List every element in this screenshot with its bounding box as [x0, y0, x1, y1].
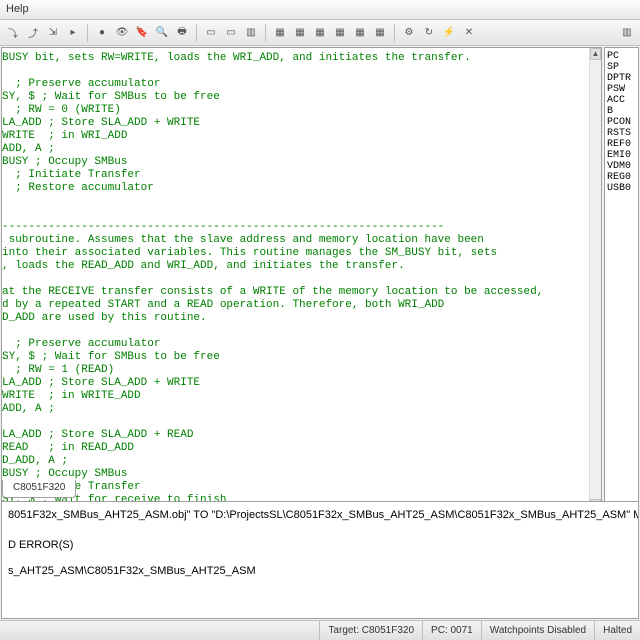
output-line: D ERROR(S) — [8, 536, 632, 554]
toolbar-sep — [87, 24, 88, 42]
register-entry[interactable]: DPTR — [607, 73, 636, 84]
watch-icon[interactable]: 👁 — [113, 24, 131, 42]
code-line: at the RECEIVE transfer consists of a WR… — [2, 286, 589, 299]
output-line: 8051F32x_SMBus_AHT25_ASM.obj" TO "D:\Pro… — [8, 506, 632, 524]
code-line — [2, 273, 589, 286]
menu-bar: Help — [0, 0, 640, 20]
editor-tabs: C8051F320 — [2, 480, 76, 498]
output-panel[interactable]: 8051F32x_SMBus_AHT25_ASM.obj" TO "D:\Pro… — [1, 501, 639, 619]
register-entry[interactable]: PSW — [607, 84, 636, 95]
register-entry[interactable]: PCON — [607, 117, 636, 128]
code-line: ; Preserve accumulator — [2, 78, 589, 91]
view2-icon[interactable]: ▦ — [291, 24, 309, 42]
code-line: SY, $ ; Wait for SMBus to be free — [2, 91, 589, 104]
code-line: ----------------------------------------… — [2, 221, 589, 234]
view3-icon[interactable]: ▦ — [311, 24, 329, 42]
tool1-icon[interactable]: ⚙ — [400, 24, 418, 42]
toolbar-sep — [394, 24, 395, 42]
code-line: LA_ADD ; Store SLA_ADD + WRITE — [2, 117, 589, 130]
code-line: ; RW = 0 (WRITE) — [2, 104, 589, 117]
code-line — [2, 65, 589, 78]
code-line — [2, 195, 589, 208]
code-line: READ ; in READ_ADD — [2, 442, 589, 455]
window3-icon[interactable]: ▥ — [242, 24, 260, 42]
status-target: Target: C8051F320 — [319, 621, 422, 640]
toolbar-sep — [196, 24, 197, 42]
register-entry[interactable]: REF0 — [607, 139, 636, 150]
code-line: ADD, A ; — [2, 143, 589, 156]
code-line: ; Restore accumulator — [2, 182, 589, 195]
step-out-icon[interactable]: ⇲ — [44, 24, 62, 42]
code-line: , loads the READ_ADD and WRI_ADD, and in… — [2, 260, 589, 273]
code-line: BUSY ; Occupy SMBus — [2, 468, 589, 481]
code-line: SY, $ ; Wait for SMBus to be free — [2, 351, 589, 364]
status-watchpoints: Watchpoints Disabled — [481, 621, 594, 640]
code-line: subroutine. Assumes that the slave addre… — [2, 234, 589, 247]
register-entry[interactable]: VDM0 — [607, 161, 636, 172]
code-line: BUSY bit, sets RW=WRITE, loads the WRI_A… — [2, 52, 589, 65]
code-line: into their associated variables. This ro… — [2, 247, 589, 260]
register-entry[interactable]: ACC — [607, 95, 636, 106]
panel-toggle-icon[interactable]: ▥ — [618, 24, 636, 42]
tool3-icon[interactable]: ⚡ — [440, 24, 458, 42]
register-entry[interactable]: B — [607, 106, 636, 117]
code-editor[interactable]: BUSY bit, sets RW=WRITE, loads the WRI_A… — [2, 48, 589, 523]
find-icon[interactable]: 🔍 — [153, 24, 171, 42]
code-line: LA_ADD ; Store SLA_ADD + WRITE — [2, 377, 589, 390]
view1-icon[interactable]: ▦ — [271, 24, 289, 42]
code-line: D_ADD, A ; — [2, 455, 589, 468]
view5-icon[interactable]: ▦ — [351, 24, 369, 42]
vertical-scrollbar[interactable]: ▲ ▼ — [589, 48, 601, 511]
toolbar-sep — [265, 24, 266, 42]
code-line: ; RW = 1 (READ) — [2, 364, 589, 377]
code-line: ; Initiate Transfer — [2, 481, 589, 494]
window2-icon[interactable]: ▭ — [222, 24, 240, 42]
code-line: WRITE ; in WRITE_ADD — [2, 390, 589, 403]
breakpoint-icon[interactable]: ● — [93, 24, 111, 42]
status-bar: Target: C8051F320 PC: 0071 Watchpoints D… — [0, 620, 640, 640]
print-icon[interactable]: 🖶 — [173, 24, 191, 42]
register-entry[interactable]: EMI0 — [607, 150, 636, 161]
register-entry[interactable]: PC — [607, 51, 636, 62]
run-to-cursor-icon[interactable]: ▸ — [64, 24, 82, 42]
scroll-up-icon[interactable]: ▲ — [590, 48, 601, 60]
register-entry[interactable]: RSTS — [607, 128, 636, 139]
toolbar: ⤵ ⤴ ⇲ ▸ ● 👁 🔖 🔍 🖶 ▭ ▭ ▥ ▦ ▦ ▦ ▦ ▦ ▦ ⚙ ↻ … — [0, 20, 640, 46]
register-entry[interactable]: SP — [607, 62, 636, 73]
status-halted: Halted — [594, 621, 640, 640]
code-line: WRITE ; in WRI_ADD — [2, 130, 589, 143]
tab-file[interactable]: C8051F320 — [2, 480, 76, 498]
code-editor-panel: BUSY bit, sets RW=WRITE, loads the WRI_A… — [1, 47, 602, 524]
step-over-icon[interactable]: ⤴ — [24, 24, 42, 42]
view6-icon[interactable]: ▦ — [371, 24, 389, 42]
code-line: ; Initiate Transfer — [2, 169, 589, 182]
register-entry[interactable]: REG0 — [607, 172, 636, 183]
code-line — [2, 325, 589, 338]
code-line: D_ADD are used by this routine. — [2, 312, 589, 325]
output-blank — [8, 524, 632, 536]
menu-help[interactable]: Help — [6, 3, 29, 15]
output-line: s_AHT25_ASM\C8051F32x_SMBus_AHT25_ASM — [8, 562, 632, 580]
output-blank — [8, 554, 632, 562]
code-line: ; Preserve accumulator — [2, 338, 589, 351]
workspace: BUSY bit, sets RW=WRITE, loads the WRI_A… — [0, 46, 640, 525]
register-entry[interactable]: USB0 — [607, 183, 636, 194]
view4-icon[interactable]: ▦ — [331, 24, 349, 42]
registers-panel[interactable]: PCSPDPTRPSWACCBPCONRSTSREF0EMI0VDM0REG0U… — [604, 47, 639, 524]
code-line — [2, 416, 589, 429]
code-line: BUSY ; Occupy SMBus — [2, 156, 589, 169]
status-pc: PC: 0071 — [422, 621, 481, 640]
window1-icon[interactable]: ▭ — [202, 24, 220, 42]
bookmark-icon[interactable]: 🔖 — [133, 24, 151, 42]
code-line: d by a repeated START and a READ operati… — [2, 299, 589, 312]
tool2-icon[interactable]: ↻ — [420, 24, 438, 42]
code-line: ADD, A ; — [2, 403, 589, 416]
tool4-icon[interactable]: ✕ — [460, 24, 478, 42]
code-line — [2, 208, 589, 221]
code-line: LA_ADD ; Store SLA_ADD + READ — [2, 429, 589, 442]
step-into-icon[interactable]: ⤵ — [4, 24, 22, 42]
